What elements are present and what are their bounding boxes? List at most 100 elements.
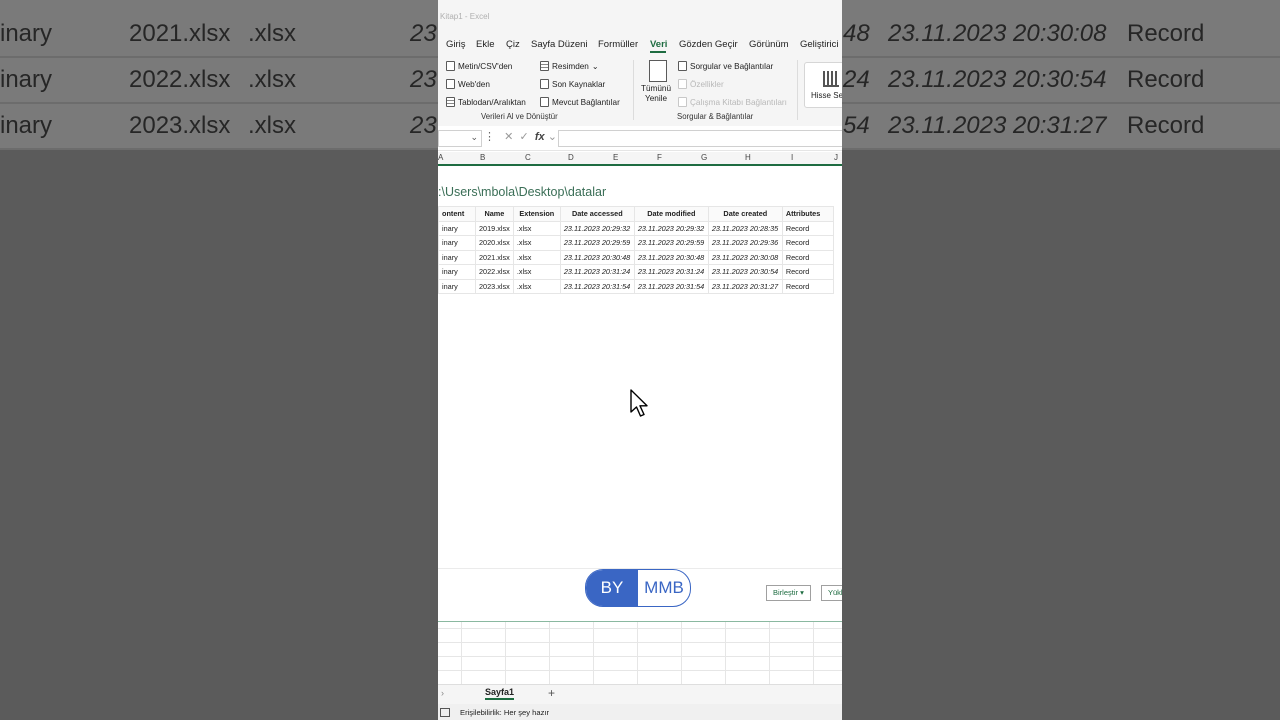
confirm-icon[interactable]: ✓: [520, 131, 529, 143]
cell-name[interactable]: 2019.xlsx: [475, 220, 514, 236]
cell-date-created[interactable]: 23.11.2023 20:28:35: [707, 220, 783, 236]
formula-input[interactable]: [558, 130, 842, 147]
stocks-button[interactable]: Hisse Senedi: [804, 62, 842, 108]
worksheet-grid[interactable]: [438, 622, 842, 684]
source-path: :\Users\mbola\Desktop\datalar: [438, 185, 607, 199]
cell-date-accessed[interactable]: 23.11.2023 20:29:59: [559, 235, 635, 251]
cell-extension[interactable]: .xlsx: [512, 249, 561, 265]
active-tab-indicator: [650, 51, 666, 53]
cell-date-modified[interactable]: 23.11.2023 20:29:59: [633, 235, 709, 251]
column-header-a[interactable]: A: [438, 153, 443, 162]
queries-connections-button[interactable]: Sorgular ve Bağlantılar: [678, 61, 773, 71]
properties-button[interactable]: Özellikler: [678, 79, 724, 89]
header-name[interactable]: Name: [475, 206, 514, 222]
table-row[interactable]: inary 2023.xlsx .xlsx 23.11.2023 20:31:5…: [438, 278, 834, 294]
cell-extension[interactable]: .xlsx: [512, 220, 561, 236]
cell-name[interactable]: 2023.xlsx: [475, 278, 514, 294]
column-header-h[interactable]: H: [745, 153, 751, 162]
add-sheet-button[interactable]: +: [548, 686, 555, 700]
cell-date-accessed[interactable]: 23.11.2023 20:29:32: [559, 220, 635, 236]
existing-connections-button[interactable]: Mevcut Bağlantılar: [540, 97, 620, 107]
cell-date-modified[interactable]: 23.11.2023 20:30:48: [633, 249, 709, 265]
cell-attributes[interactable]: Record: [781, 235, 834, 251]
cell-date-accessed[interactable]: 23.11.2023 20:31:24: [559, 264, 635, 280]
cell-date-created[interactable]: 23.11.2023 20:30:08: [707, 249, 783, 265]
cell-name[interactable]: 2021.xlsx: [475, 249, 514, 265]
chevron-down-icon: ⌄: [547, 131, 557, 143]
combine-label: Birleştir: [773, 588, 799, 597]
header-date-modified[interactable]: Date modified: [633, 206, 709, 222]
cell-date-created[interactable]: 23.11.2023 20:30:54: [707, 264, 783, 280]
cell-extension[interactable]: .xlsx: [512, 264, 561, 280]
more-icon[interactable]: ⋮: [484, 131, 495, 143]
cell-extension[interactable]: .xlsx: [512, 235, 561, 251]
workbook-links-button[interactable]: Çalışma Kitabı Bağlantıları: [678, 97, 787, 107]
table-row[interactable]: inary 2021.xlsx .xlsx 23.11.2023 20:30:4…: [438, 249, 834, 265]
column-header-f[interactable]: F: [657, 153, 662, 162]
tab-sayfa-duzeni[interactable]: Sayfa Düzeni: [531, 39, 588, 50]
cell-name[interactable]: 2022.xlsx: [475, 264, 514, 280]
cell-content[interactable]: inary: [438, 278, 476, 294]
tab-ciz[interactable]: Çiz: [506, 39, 520, 50]
cell-attributes[interactable]: Record: [781, 249, 834, 265]
combine-button[interactable]: Birleştir ▾: [766, 585, 811, 601]
tab-formuller[interactable]: Formüller: [598, 39, 638, 50]
tab-ekle[interactable]: Ekle: [476, 39, 494, 50]
bg-cell: .xlsx: [248, 66, 296, 93]
bg-cell: 54: [843, 112, 870, 139]
cell-date-accessed[interactable]: 23.11.2023 20:30:48: [559, 249, 635, 265]
refresh-all-label-2: Yenile: [645, 94, 668, 103]
cell-content[interactable]: inary: [438, 220, 476, 236]
tab-gozden-gecir[interactable]: Gözden Geçir: [679, 39, 738, 50]
tab-gorunum[interactable]: Görünüm: [749, 39, 789, 50]
cell-date-created[interactable]: 23.11.2023 20:31:27: [707, 278, 783, 294]
table-row[interactable]: inary 2022.xlsx .xlsx 23.11.2023 20:31:2…: [438, 264, 834, 280]
from-csv-button[interactable]: Metin/CSV'den: [446, 61, 512, 71]
tab-gelistirici[interactable]: Geliştirici: [800, 39, 839, 50]
cell-date-created[interactable]: 23.11.2023 20:29:36: [707, 235, 783, 251]
table-row[interactable]: inary 2020.xlsx .xlsx 23.11.2023 20:29:5…: [438, 235, 834, 251]
name-box[interactable]: ⌄: [438, 130, 482, 147]
header-attributes[interactable]: Attributes: [781, 206, 834, 222]
cell-date-modified[interactable]: 23.11.2023 20:29:32: [633, 220, 709, 236]
cell-date-modified[interactable]: 23.11.2023 20:31:24: [633, 264, 709, 280]
header-content[interactable]: ontent: [438, 206, 476, 222]
recent-sources-button[interactable]: Son Kaynaklar: [540, 79, 605, 89]
cancel-icon[interactable]: ✕: [504, 131, 513, 143]
from-picture-button[interactable]: Resimden ⌄: [540, 61, 599, 71]
tab-veri[interactable]: Veri: [650, 39, 667, 50]
column-header-c[interactable]: C: [525, 153, 531, 162]
header-date-accessed[interactable]: Date accessed: [559, 206, 635, 222]
cell-content[interactable]: inary: [438, 264, 476, 280]
refresh-all-button[interactable]: Tümünü Yenile: [641, 84, 671, 103]
bg-cell: 23: [410, 112, 437, 139]
cell-date-accessed[interactable]: 23.11.2023 20:31:54: [559, 278, 635, 294]
cell-attributes[interactable]: Record: [781, 264, 834, 280]
cell-content[interactable]: inary: [438, 249, 476, 265]
cell-date-modified[interactable]: 23.11.2023 20:31:54: [633, 278, 709, 294]
function-icon[interactable]: fx: [535, 131, 545, 143]
cell-attributes[interactable]: Record: [781, 278, 834, 294]
column-header-e[interactable]: E: [613, 153, 618, 162]
column-header-j[interactable]: J: [834, 153, 838, 162]
cell-extension[interactable]: .xlsx: [512, 278, 561, 294]
column-header-d[interactable]: D: [568, 153, 574, 162]
column-header-i[interactable]: I: [791, 153, 793, 162]
header-date-created[interactable]: Date created: [707, 206, 783, 222]
cell-attributes[interactable]: Record: [781, 220, 834, 236]
sheet-tab-sayfa1[interactable]: Sayfa1: [485, 687, 515, 700]
from-web-button[interactable]: Web'den: [446, 79, 490, 89]
column-header-g[interactable]: G: [701, 153, 707, 162]
tab-giris[interactable]: Giriş: [446, 39, 466, 50]
refresh-icon: [649, 60, 667, 82]
header-extension[interactable]: Extension: [512, 206, 561, 222]
from-table-button[interactable]: Tablodan/Aralıktan: [446, 97, 526, 107]
cell-content[interactable]: inary: [438, 235, 476, 251]
table-row[interactable]: inary 2019.xlsx .xlsx 23.11.2023 20:29:3…: [438, 220, 834, 236]
chevron-right-icon[interactable]: ›: [441, 688, 444, 698]
refresh-all-label: Tümünü: [641, 84, 672, 93]
load-button[interactable]: Yükle: [821, 585, 842, 601]
column-header-b[interactable]: B: [480, 153, 485, 162]
cell-name[interactable]: 2020.xlsx: [475, 235, 514, 251]
accessibility-status[interactable]: Erişilebilirlik: Her şey hazır: [460, 708, 549, 717]
